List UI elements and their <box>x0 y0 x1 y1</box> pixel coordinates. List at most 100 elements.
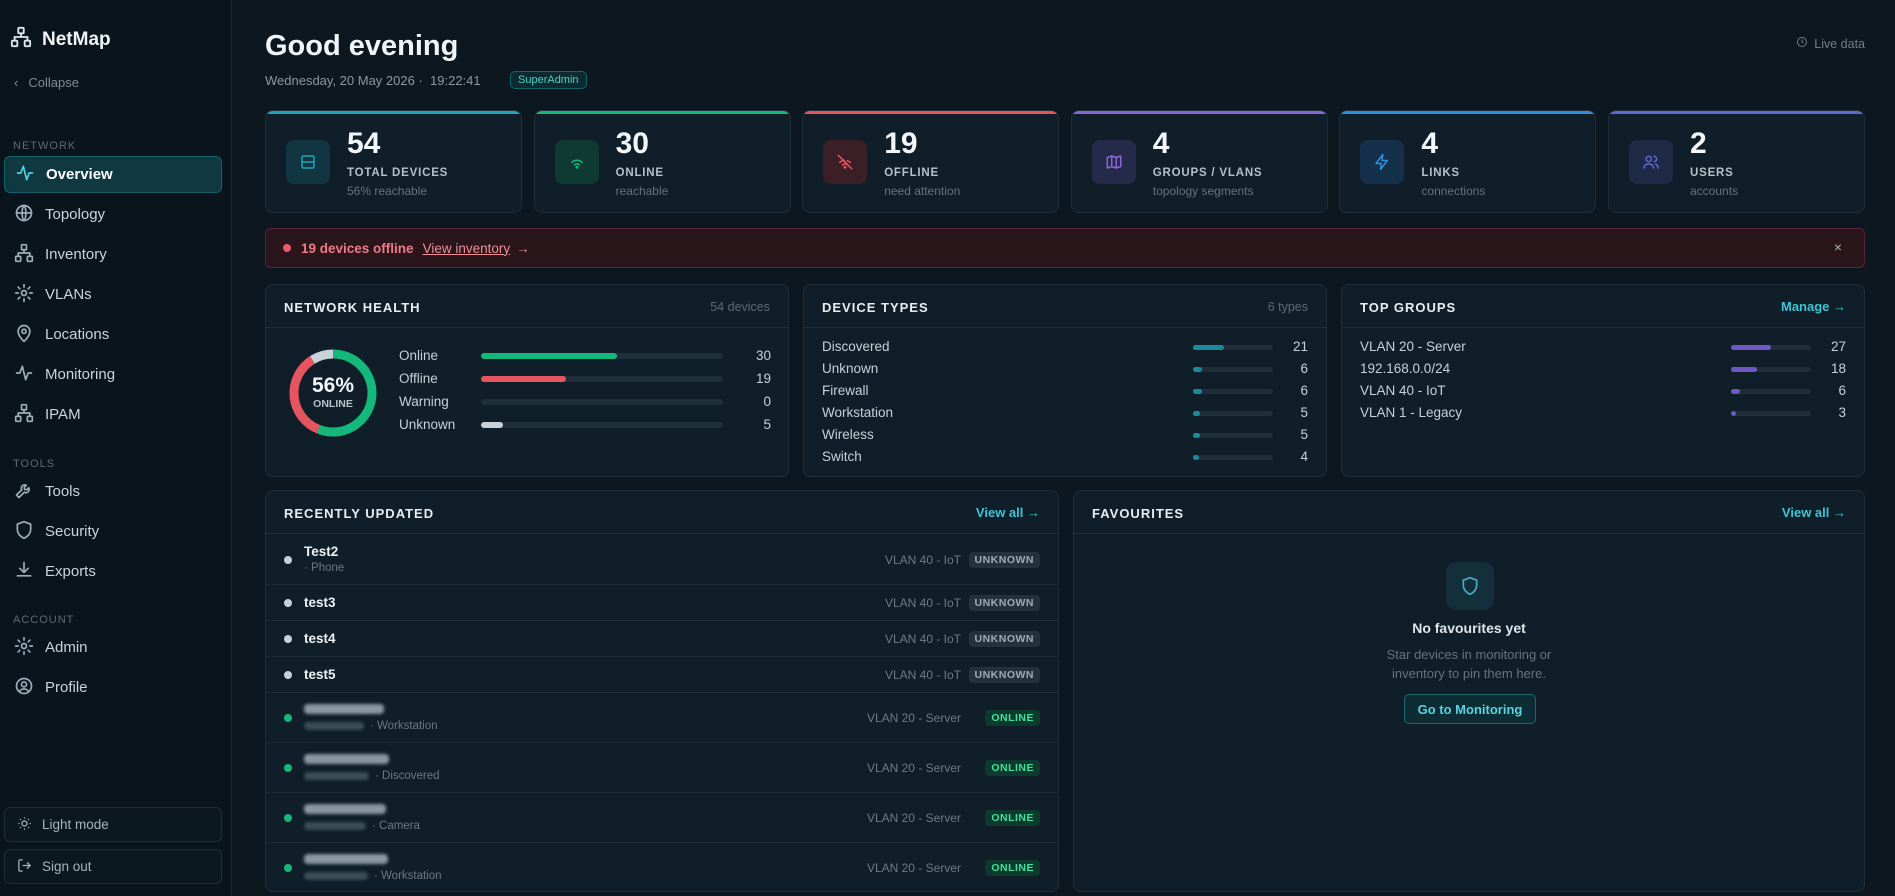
light-mode-button[interactable]: Light mode <box>4 807 222 842</box>
manage-groups-link[interactable]: Manage → <box>1781 299 1846 314</box>
device-type-row[interactable]: Firewall 6 <box>822 383 1308 401</box>
health-bar-track <box>481 399 723 405</box>
group-bar-fill <box>1731 411 1736 416</box>
sidebar-item-label: IPAM <box>45 406 81 423</box>
sidebar: NetMap ‹ Collapse NETWORK Overview Topolo… <box>0 0 232 896</box>
sign-out-button[interactable]: Sign out <box>4 849 222 884</box>
redacted-name <box>304 854 388 864</box>
health-row-online: Online 30 <box>399 348 771 366</box>
brand[interactable]: NetMap <box>10 26 111 53</box>
type-bar-fill <box>1193 455 1199 460</box>
type-bar-fill <box>1193 389 1202 394</box>
offline-card[interactable]: 19 OFFLINE need attention <box>802 110 1060 213</box>
sidebar-item-label: Exports <box>45 563 96 580</box>
wifi-icon <box>554 140 599 184</box>
close-icon[interactable]: × <box>1834 239 1842 255</box>
status-badge: UNKNOWN <box>968 595 1040 611</box>
empty-state-text-wrap: Star devices in monitoring or inventory … <box>1074 645 1864 683</box>
group-label: 192.168.0.0/24 <box>1360 361 1451 376</box>
type-bar-track <box>1193 411 1273 416</box>
panel-header: NETWORK HEALTH 54 devices <box>266 285 788 328</box>
sidebar-item-overview[interactable]: Overview <box>4 156 222 193</box>
stat-value: 54 <box>347 127 381 160</box>
sidebar-item-inventory[interactable]: Inventory <box>4 236 222 273</box>
device-type-row[interactable]: Wireless 5 <box>822 427 1308 445</box>
table-row[interactable]: · Workstation VLAN 20 - Server ONLINE <box>266 693 1058 743</box>
collapse-button[interactable]: ‹ Collapse <box>14 75 79 90</box>
sidebar-item-vlans[interactable]: VLANs <box>4 276 222 313</box>
group-row[interactable]: VLAN 20 - Server 27 <box>1360 339 1846 357</box>
view-inventory-link[interactable]: View inventory <box>423 241 511 256</box>
device-group: VLAN 20 - Server <box>866 861 961 875</box>
health-bar-track <box>481 353 723 359</box>
sidebar-item-label: Overview <box>46 166 113 183</box>
sidebar-item-admin[interactable]: Admin <box>4 629 222 666</box>
table-row[interactable]: test4 VLAN 40 - IoT UNKNOWN <box>266 621 1058 657</box>
alert-message: 19 devices offline <box>301 240 414 256</box>
redacted-name <box>304 754 389 764</box>
card-accent-bar <box>1340 111 1596 114</box>
status-badge: ONLINE <box>985 860 1040 876</box>
group-label: VLAN 1 - Legacy <box>1360 405 1463 420</box>
table-row[interactable]: Test2 · Phone VLAN 40 - IoT UNKNOWN <box>266 535 1058 585</box>
health-label: Offline <box>399 371 438 386</box>
sidebar-item-monitoring[interactable]: Monitoring <box>4 356 222 393</box>
sidebar-item-tools[interactable]: Tools <box>4 473 222 510</box>
view-all-favourites-link[interactable]: View all → <box>1782 505 1846 520</box>
sidebar-item-exports[interactable]: Exports <box>4 553 222 590</box>
device-type-label: Unknown <box>822 361 879 376</box>
sidebar-item-locations[interactable]: Locations <box>4 316 222 353</box>
groups-vlans-card[interactable]: 4 GROUPS / VLANS topology segments <box>1070 110 1328 213</box>
total-devices-card[interactable]: 54 TOTAL DEVICES 56% reachable <box>265 110 522 213</box>
redacted-name <box>304 804 386 814</box>
device-type-label: Switch <box>822 449 862 464</box>
device-name: Test2 <box>304 544 339 559</box>
panel-header: FAVOURITES View all → <box>1074 491 1864 534</box>
panel-meta: 6 types <box>1267 300 1308 314</box>
users-card[interactable]: 2 USERS accounts <box>1608 110 1865 213</box>
view-all-recent-link[interactable]: View all → <box>976 505 1040 520</box>
online-card[interactable]: 30 ONLINE reachable <box>533 110 791 213</box>
donut-center: 56% ONLINE <box>287 374 379 410</box>
offline-alert-banner: 19 devices offline View inventory → × <box>265 228 1865 268</box>
device-type-row[interactable]: Workstation 5 <box>822 405 1308 423</box>
device-name: test3 <box>304 595 336 610</box>
sidebar-item-topology[interactable]: Topology <box>4 196 222 233</box>
table-row[interactable]: · Camera VLAN 20 - Server ONLINE <box>266 793 1058 843</box>
links-card[interactable]: 4 LINKS connections <box>1339 110 1597 213</box>
device-type-row[interactable]: Unknown 6 <box>822 361 1308 379</box>
status-badge: UNKNOWN <box>968 552 1040 568</box>
table-row[interactable]: test3 VLAN 40 - IoT UNKNOWN <box>266 585 1058 621</box>
wifi-off-icon <box>823 140 868 184</box>
go-to-monitoring-button[interactable]: Go to Monitoring <box>1404 694 1536 724</box>
type-bar-track <box>1193 345 1273 350</box>
sidebar-item-security[interactable]: Security <box>4 513 222 550</box>
group-row[interactable]: 192.168.0.0/24 18 <box>1360 361 1846 379</box>
group-row[interactable]: VLAN 40 - IoT 6 <box>1360 383 1846 401</box>
device-group: VLAN 20 - Server <box>866 761 961 775</box>
health-bar-track <box>481 376 723 382</box>
sidebar-item-ipam[interactable]: IPAM <box>4 396 222 433</box>
page-title: Good evening <box>265 30 459 62</box>
device-type-row[interactable]: Discovered 21 <box>822 339 1308 357</box>
alert-dot <box>283 244 291 252</box>
stat-sub: topology segments <box>1152 184 1254 198</box>
table-row[interactable]: · Workstation VLAN 20 - Server ONLINE <box>266 843 1058 891</box>
collapse-label: Collapse <box>28 75 79 90</box>
date-time: Wednesday, 20 May 2026 · 19:22:41 <box>265 73 481 88</box>
type-bar-track <box>1193 455 1273 460</box>
device-type-row[interactable]: Switch 4 <box>822 449 1308 467</box>
group-row[interactable]: VLAN 1 - Legacy 3 <box>1360 405 1846 423</box>
current-time: 19:22:41 <box>430 73 481 88</box>
type-bar-track <box>1193 433 1273 438</box>
device-group: VLAN 20 - Server <box>866 811 961 825</box>
device-type-count: 6 <box>1300 383 1308 398</box>
sidebar-item-profile[interactable]: Profile <box>4 669 222 706</box>
top-groups-panel: TOP GROUPS Manage → VLAN 20 - Server 27 19… <box>1341 284 1865 477</box>
table-row[interactable]: test5 VLAN 40 - IoT UNKNOWN <box>266 657 1058 693</box>
sign-out-label: Sign out <box>42 859 92 874</box>
sidebar-item-label: Admin <box>45 639 88 656</box>
zap-icon <box>1360 140 1405 184</box>
table-row[interactable]: · Discovered VLAN 20 - Server ONLINE <box>266 743 1058 793</box>
type-bar-fill <box>1193 411 1201 416</box>
